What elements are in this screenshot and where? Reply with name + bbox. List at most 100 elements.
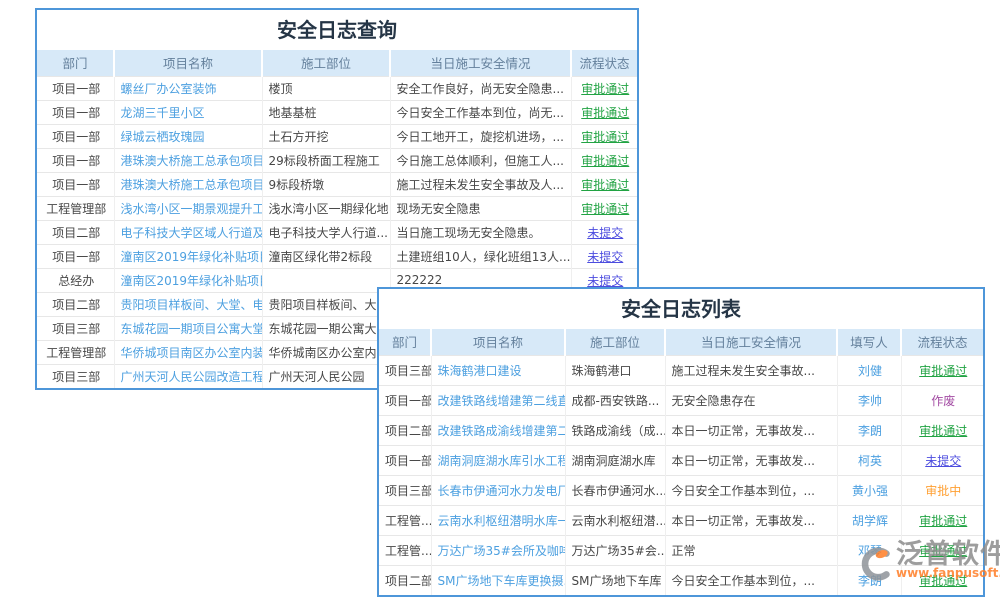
writer-link[interactable]: 李朗 bbox=[858, 424, 882, 438]
project-name-link[interactable]: 珠海鹤港口建设 bbox=[438, 364, 522, 378]
flow-status-link[interactable]: 审批通过 bbox=[919, 514, 967, 528]
project-name-link[interactable]: 电子科技大学区域人行道及非 bbox=[121, 226, 263, 240]
flow-status-link[interactable]: 作废 bbox=[931, 394, 955, 408]
project-name-link[interactable]: 改建铁路线增建第二线直... bbox=[431, 385, 565, 415]
project-name-link[interactable]: 电子科技大学区域人行道及非 bbox=[114, 220, 262, 244]
project-name-link[interactable]: 湖南洞庭湖水库引水工程... bbox=[431, 445, 565, 475]
flow-status-link[interactable]: 审批中 bbox=[901, 475, 983, 505]
flow-status-link[interactable]: 审批通过 bbox=[581, 154, 629, 168]
project-name-link[interactable]: 潼南区2019年绿化补贴项目-城 bbox=[114, 244, 262, 268]
flow-status-link[interactable]: 审批中 bbox=[925, 484, 961, 498]
flow-status-link[interactable]: 未提交 bbox=[587, 226, 623, 240]
project-name-link[interactable]: 港珠澳大桥施工总承包项目 bbox=[114, 148, 262, 172]
writer-link[interactable]: 李朗 bbox=[837, 415, 901, 445]
project-name-link[interactable]: 龙湖三千里小区 bbox=[121, 106, 205, 120]
writer-link[interactable]: 李帅 bbox=[837, 385, 901, 415]
table-row: 工程管...万达广场35#会所及咖啡...万达广场35#会...正常邓琴审批通过 bbox=[379, 535, 983, 565]
project-name-link[interactable]: 华侨城项目南区办公室内装修 bbox=[121, 346, 263, 360]
project-name-link[interactable]: 港珠澳大桥施工总承包项目 bbox=[114, 172, 262, 196]
writer-link[interactable]: 邓琴 bbox=[837, 535, 901, 565]
writer-link[interactable]: 李帅 bbox=[858, 394, 882, 408]
project-name-link[interactable]: 改建铁路成渝线增建第二... bbox=[438, 424, 566, 438]
project-name-link[interactable]: SM广场地下车库更换摄... bbox=[438, 574, 566, 588]
flow-status-link[interactable]: 未提交 bbox=[901, 445, 983, 475]
flow-status-link[interactable]: 审批通过 bbox=[919, 424, 967, 438]
writer-link[interactable]: 李朗 bbox=[837, 565, 901, 595]
writer-link[interactable]: 邓琴 bbox=[858, 544, 882, 558]
project-name-link[interactable]: 广州天河人民公园改造工程 bbox=[121, 370, 263, 384]
construction-part-cell: 成都-西安铁路... bbox=[565, 385, 665, 415]
writer-link[interactable]: 胡学辉 bbox=[852, 514, 888, 528]
flow-status-link[interactable]: 未提交 bbox=[571, 244, 637, 268]
project-name-link[interactable]: 港珠澳大桥施工总承包项目 bbox=[121, 154, 263, 168]
flow-status-link[interactable]: 审批通过 bbox=[581, 130, 629, 144]
flow-status-link[interactable]: 未提交 bbox=[925, 454, 961, 468]
project-name-link[interactable]: 螺丝厂办公室装饰 bbox=[114, 76, 262, 100]
department-cell: 项目一部 bbox=[37, 172, 114, 196]
project-name-link[interactable]: 云南水利枢纽潜明水库一... bbox=[431, 505, 565, 535]
safety-situation-cell: 施工过程未发生安全事故及人... bbox=[390, 172, 571, 196]
flow-status-link[interactable]: 审批通过 bbox=[571, 124, 637, 148]
flow-status-link[interactable]: 审批通过 bbox=[901, 415, 983, 445]
project-name-link[interactable]: 长春市伊通河水力发电厂... bbox=[438, 484, 566, 498]
flow-status-link[interactable]: 审批通过 bbox=[901, 505, 983, 535]
flow-status-link[interactable]: 审批通过 bbox=[919, 364, 967, 378]
project-name-link[interactable]: 浅水湾小区一期景观提升工程 bbox=[121, 202, 263, 216]
construction-part-cell: 29标段桥面工程施工 bbox=[262, 148, 390, 172]
project-name-link[interactable]: SM广场地下车库更换摄... bbox=[431, 565, 565, 595]
project-name-link[interactable]: 东城花园一期项目公寓大堂 装 bbox=[114, 316, 262, 340]
project-name-link[interactable]: 潼南区2019年绿化补贴项目-城 bbox=[121, 250, 263, 264]
project-name-link[interactable]: 东城花园一期项目公寓大堂 装 bbox=[121, 322, 263, 336]
project-name-link[interactable]: 湖南洞庭湖水库引水工程... bbox=[438, 454, 566, 468]
flow-status-link[interactable]: 审批通过 bbox=[919, 574, 967, 588]
writer-link[interactable]: 李朗 bbox=[858, 574, 882, 588]
project-name-link[interactable]: 潼南区2019年绿化补贴项目-城 bbox=[114, 268, 262, 292]
project-name-link[interactable]: 珠海鹤港口建设 bbox=[431, 355, 565, 385]
flow-status-link[interactable]: 审批通过 bbox=[581, 202, 629, 216]
flow-status-link[interactable]: 审批通过 bbox=[571, 100, 637, 124]
writer-link[interactable]: 黄小强 bbox=[837, 475, 901, 505]
writer-link[interactable]: 刘健 bbox=[858, 364, 882, 378]
project-name-link[interactable]: 贵阳项目样板间、大堂、电梯 bbox=[121, 298, 263, 312]
project-name-link[interactable]: 港珠澳大桥施工总承包项目 bbox=[121, 178, 263, 192]
construction-part-cell: 9标段桥墩 bbox=[262, 172, 390, 196]
writer-link[interactable]: 柯英 bbox=[837, 445, 901, 475]
flow-status-link[interactable]: 未提交 bbox=[571, 220, 637, 244]
writer-link[interactable]: 刘健 bbox=[837, 355, 901, 385]
project-name-link[interactable]: 长春市伊通河水力发电厂... bbox=[431, 475, 565, 505]
project-name-link[interactable]: 万达广场35#会所及咖啡... bbox=[431, 535, 565, 565]
flow-status-link[interactable]: 审批通过 bbox=[581, 106, 629, 120]
flow-status-link[interactable]: 审批通过 bbox=[901, 565, 983, 595]
flow-status-link[interactable]: 审批通过 bbox=[581, 178, 629, 192]
project-name-link[interactable]: 改建铁路线增建第二线直... bbox=[438, 394, 566, 408]
flow-status-link[interactable]: 作废 bbox=[901, 385, 983, 415]
flow-status-link[interactable]: 审批通过 bbox=[571, 76, 637, 100]
project-name-link[interactable]: 改建铁路成渝线增建第二... bbox=[431, 415, 565, 445]
flow-status-link[interactable]: 审批通过 bbox=[901, 535, 983, 565]
writer-link[interactable]: 胡学辉 bbox=[837, 505, 901, 535]
project-name-link[interactable]: 贵阳项目样板间、大堂、电梯 bbox=[114, 292, 262, 316]
flow-status-link[interactable]: 审批通过 bbox=[919, 544, 967, 558]
project-name-link[interactable]: 浅水湾小区一期景观提升工程 bbox=[114, 196, 262, 220]
flow-status-link[interactable]: 未提交 bbox=[587, 274, 623, 288]
flow-status-link[interactable]: 审批通过 bbox=[901, 355, 983, 385]
writer-link[interactable]: 黄小强 bbox=[852, 484, 888, 498]
writer-link[interactable]: 柯英 bbox=[858, 454, 882, 468]
project-name-link[interactable]: 万达广场35#会所及咖啡... bbox=[438, 544, 566, 558]
project-name-link[interactable]: 云南水利枢纽潜明水库一... bbox=[438, 514, 566, 528]
project-name-link[interactable]: 绿城云栖玫瑰园 bbox=[114, 124, 262, 148]
flow-status-link[interactable]: 审批通过 bbox=[581, 82, 629, 96]
flow-status-link[interactable]: 审批通过 bbox=[571, 172, 637, 196]
project-name-link[interactable]: 龙湖三千里小区 bbox=[114, 100, 262, 124]
query-table-header-row: 部门项目名称施工部位当日施工安全情况流程状态 bbox=[37, 50, 637, 76]
list-table-header-row: 部门项目名称施工部位当日施工安全情况填写人流程状态 bbox=[379, 329, 983, 355]
project-name-link[interactable]: 螺丝厂办公室装饰 bbox=[121, 82, 217, 96]
project-name-link[interactable]: 广州天河人民公园改造工程 bbox=[114, 364, 262, 388]
flow-status-link[interactable]: 审批通过 bbox=[571, 148, 637, 172]
table-row: 项目三部珠海鹤港口建设珠海鹤港口施工过程未发生安全事故...刘健审批通过 bbox=[379, 355, 983, 385]
project-name-link[interactable]: 潼南区2019年绿化补贴项目-城 bbox=[121, 274, 263, 288]
flow-status-link[interactable]: 未提交 bbox=[587, 250, 623, 264]
project-name-link[interactable]: 华侨城项目南区办公室内装修 bbox=[114, 340, 262, 364]
flow-status-link[interactable]: 审批通过 bbox=[571, 196, 637, 220]
project-name-link[interactable]: 绿城云栖玫瑰园 bbox=[121, 130, 205, 144]
